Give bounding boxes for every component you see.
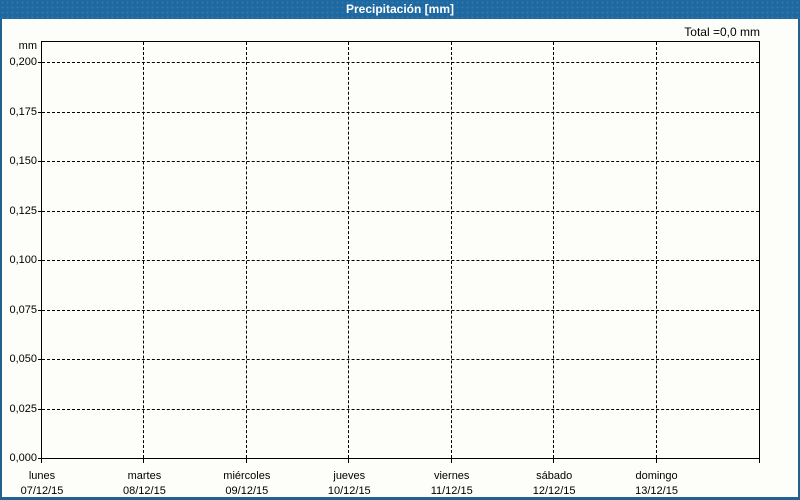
y-tick-label: 0,125 [9,204,37,217]
x-tick-mark [553,459,555,463]
x-date-label: 10/12/15 [327,485,371,497]
v-gridline [245,42,247,458]
y-tick-label: 0,025 [9,402,37,415]
v-gridline [143,42,145,458]
x-tick-mark [245,459,247,463]
v-gridline [450,42,452,458]
x-tick-mark [759,459,760,463]
window-title: Precipitación [mm] [0,0,800,19]
x-day-name-label: viernes [433,470,470,482]
x-day-name-label: sábado [536,470,573,482]
chart-area: Total =0,0 mm mm 0,000 0,025 0,050 0,075 0,1… [2,19,798,497]
v-gridline [348,42,350,458]
y-tick-mark [38,161,41,162]
x-day-name-label: martes [127,470,162,482]
x-tick-mark [655,459,657,463]
y-tick-label: 0,175 [9,105,37,118]
x-date-label: 08/12/15 [123,485,166,497]
chart-window: Precipitación [mm] Total =0,0 mm mm 0,00… [0,0,800,500]
y-tick-label: 0,075 [9,303,37,316]
y-tick-mark [38,260,41,261]
x-date-label: 11/12/15 [430,485,473,497]
x-tick-mark [143,459,145,463]
total-value-label: Total =0,0 mm [684,25,760,39]
h-gridline [42,359,759,360]
y-tick-label: 0,100 [9,254,37,266]
x-tick-mark [450,459,452,463]
y-tick-mark [38,111,41,113]
h-gridline [42,161,759,162]
y-axis-unit-label: mm [18,40,37,52]
y-tick-label: 0,150 [9,155,37,167]
x-date-label: 12/12/15 [532,485,576,497]
x-day-name-label: lunes [28,470,56,482]
x-tick-mark [41,459,42,463]
x-day-name-label: jueves [333,470,366,482]
h-gridline [42,210,759,212]
h-gridline [42,111,759,113]
plot-frame [41,41,760,459]
x-day-name-label: domingo [635,470,678,482]
y-tick-mark [38,62,41,63]
x-date-label: 13/12/15 [635,485,678,497]
h-gridline [42,260,759,261]
x-date-label: 07/12/15 [20,485,64,497]
x-day-name-label: miércoles [223,470,271,482]
y-tick-label: 0,200 [9,56,37,68]
y-tick-label: 0,050 [9,353,37,365]
h-gridline [42,309,759,311]
h-gridline [42,408,759,410]
y-tick-mark [38,359,41,360]
y-tick-mark [38,309,41,311]
y-tick-label: 0,000 [9,452,37,464]
y-tick-mark [38,408,41,410]
v-gridline [553,42,555,458]
x-date-label: 09/12/15 [225,485,269,497]
h-gridline [42,62,759,63]
x-tick-mark [348,459,350,463]
v-gridline [655,42,657,458]
y-tick-mark [38,210,41,212]
